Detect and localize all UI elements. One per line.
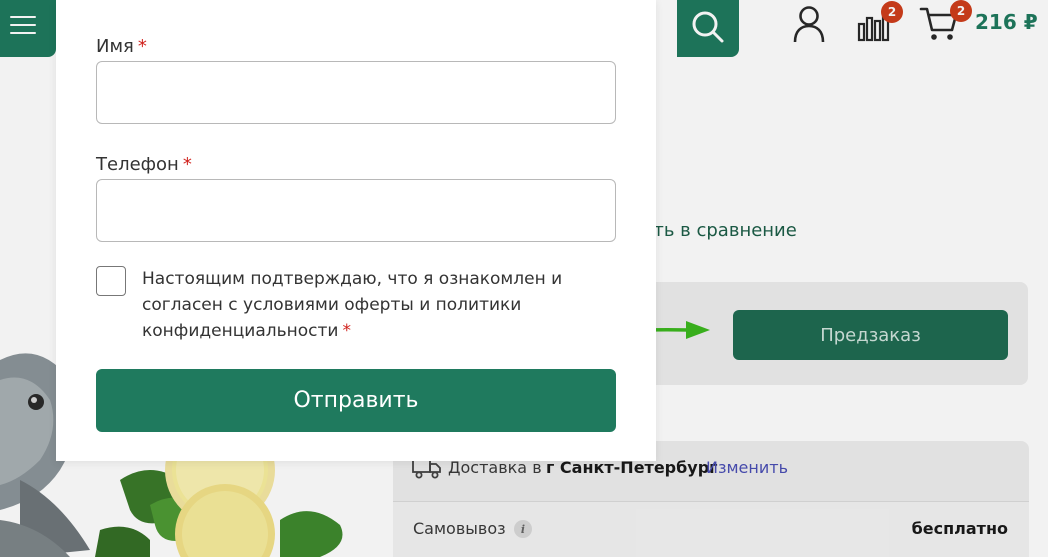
consent-text: Настоящим подтверждаю, что я ознакомлен … [142,266,602,344]
cart-total[interactable]: 216 ₽ [975,10,1038,34]
preorder-modal: Имя * Телефон * Настоящим подтверждаю, что… [56,0,656,461]
menu-icon [10,14,36,36]
consent-checkbox[interactable] [96,266,126,296]
info-icon[interactable]: i [514,520,532,538]
required-mark: * [137,36,147,57]
name-label-text: Имя [96,36,134,57]
name-label: Имя * [96,36,147,57]
cart-count-badge: 2 [950,0,972,22]
search-button[interactable] [677,0,739,57]
user-icon[interactable] [792,5,826,43]
required-mark: * [182,154,192,175]
pickup-label: Самовывоз [413,519,506,538]
phone-input[interactable] [96,179,616,242]
search-icon [692,11,724,43]
compare-count-badge: 2 [881,1,903,23]
preorder-button[interactable]: Предзаказ [733,310,1008,360]
phone-label: Телефон * [96,154,192,175]
change-city-link[interactable]: Изменить [706,458,788,477]
required-mark: * [342,321,351,341]
submit-button[interactable]: Отправить [96,369,616,432]
phone-label-text: Телефон [96,154,179,175]
name-input[interactable] [96,61,616,124]
menu-button[interactable] [0,0,56,57]
consent-text-body: Настоящим подтверждаю, что я ознакомлен … [142,269,563,341]
pickup-price: бесплатно [911,519,1008,538]
